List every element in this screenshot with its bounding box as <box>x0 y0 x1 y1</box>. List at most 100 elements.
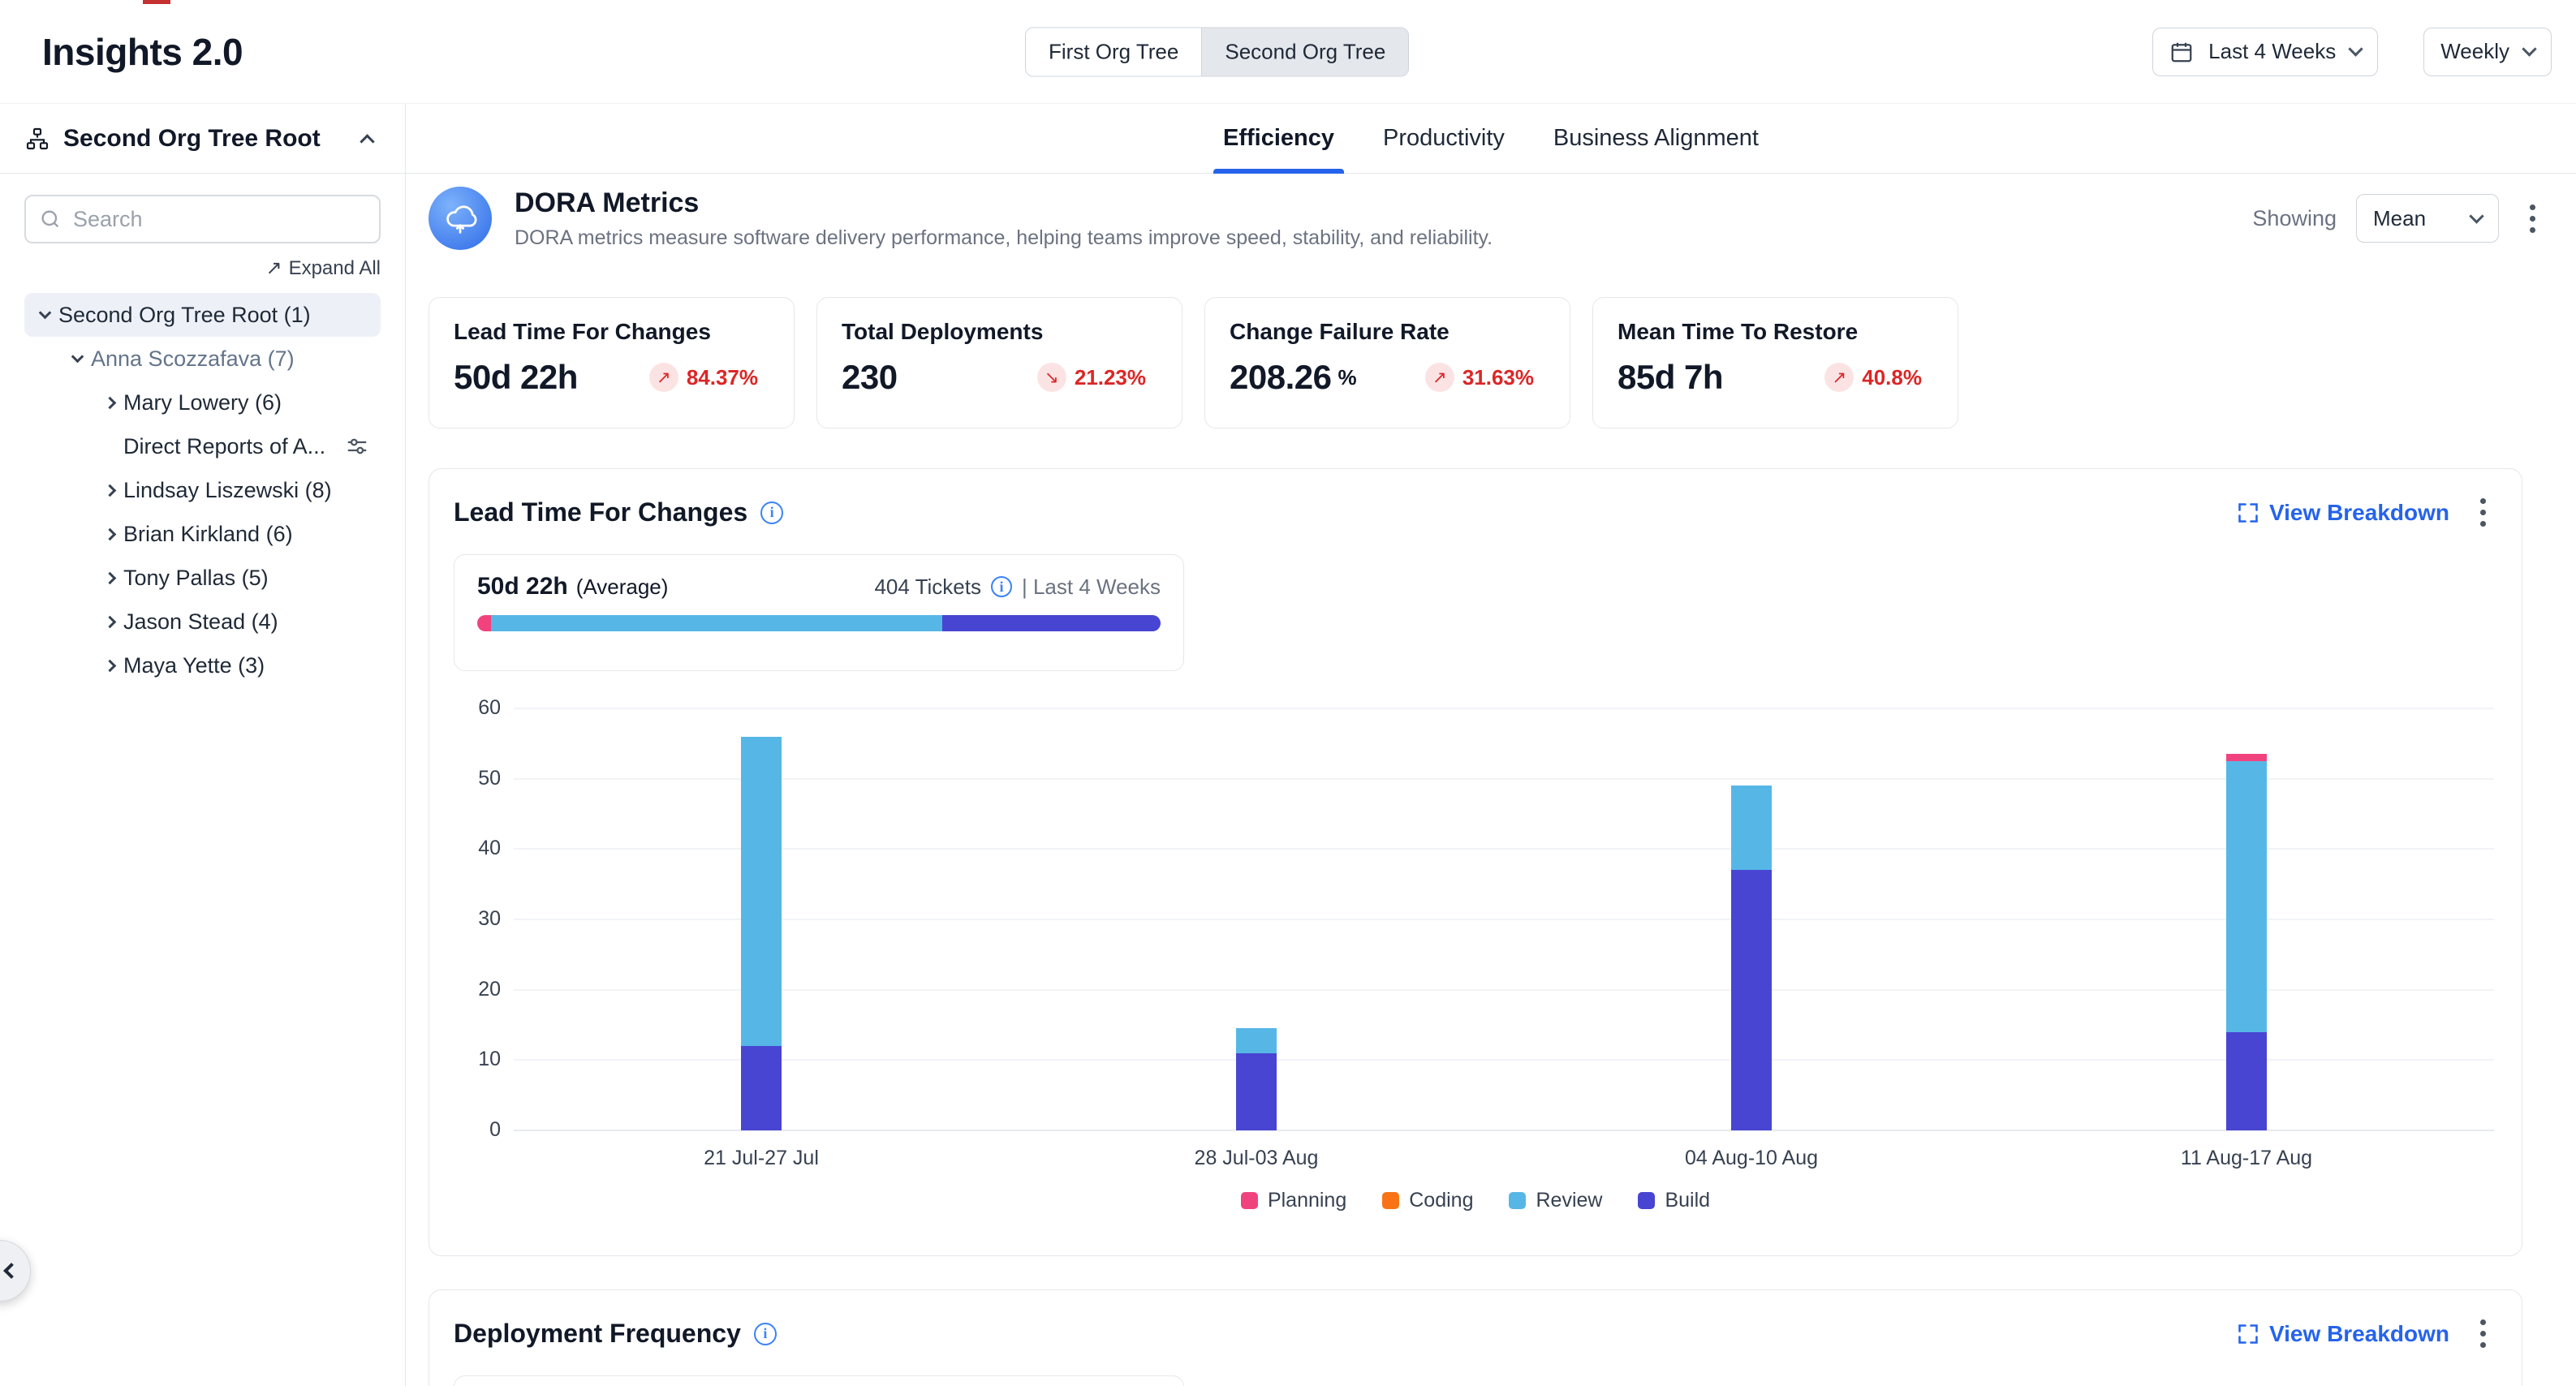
deployment-section-header: Deployment Frequency i View Breakdown <box>454 1313 2497 1354</box>
info-icon[interactable]: i <box>760 501 783 524</box>
period-select[interactable]: Last 4 Weeks <box>2152 28 2378 76</box>
metric-value-row: 50d 22h↗84.37% <box>454 358 769 397</box>
chevron-down-icon <box>2349 41 2363 56</box>
trend-delta-value: 21.23% <box>1075 365 1146 390</box>
chevron-up-icon[interactable] <box>360 134 374 148</box>
chevron-right-icon[interactable] <box>96 486 123 495</box>
legend-item-coding[interactable]: Coding <box>1382 1189 1473 1212</box>
tab-productivity[interactable]: Productivity <box>1359 104 1529 173</box>
tree-item-direct-reports-of-a[interactable]: Direct Reports of A... <box>24 424 381 468</box>
legend-item-planning[interactable]: Planning <box>1241 1189 1346 1212</box>
y-axis-label: 10 <box>478 1048 501 1071</box>
view-breakdown-button[interactable]: View Breakdown <box>2237 1321 2449 1347</box>
chevron-right-icon[interactable] <box>96 574 123 583</box>
app-title: Insights 2.0 <box>42 30 243 74</box>
bar-segment-review[interactable] <box>741 737 782 1046</box>
tree-item-brian-kirkland-6[interactable]: Brian Kirkland (6) <box>24 512 381 556</box>
tree-item-label: Jason Stead (4) <box>123 609 278 635</box>
distribution-segment-review <box>491 615 942 631</box>
chevron-down-icon[interactable] <box>63 356 91 361</box>
tree-item-jason-stead-4[interactable]: Jason Stead (4) <box>24 600 381 644</box>
expand-icon <box>2237 501 2259 524</box>
expand-all-button[interactable]: ↗ Expand All <box>265 256 381 280</box>
tickets-info-icon[interactable]: i <box>991 576 1012 597</box>
org-toggle-second-org-tree[interactable]: Second Org Tree <box>1201 28 1408 75</box>
trend-badge: ↘21.23% <box>1037 363 1146 392</box>
sidebar-title: Second Org Tree Root <box>63 125 321 153</box>
bar-segment-build[interactable] <box>741 1046 782 1130</box>
chevron-left-icon <box>3 1263 19 1279</box>
chevron-right-icon[interactable] <box>96 618 123 626</box>
chart-legend: Planning Coding Review Build <box>454 1189 2497 1212</box>
tab-business-alignment[interactable]: Business Alignment <box>1529 104 1783 173</box>
metric-card-unit: % <box>1338 365 1356 390</box>
chevron-right-icon[interactable] <box>96 398 123 407</box>
bar-segment-planning[interactable] <box>2226 754 2267 761</box>
y-axis-label: 40 <box>478 837 501 860</box>
summary-meta: 404 Tickets i | Last 4 Weeks <box>874 575 1161 600</box>
lead-time-kebab-menu[interactable] <box>2469 492 2497 533</box>
insights-app: Insights 2.0 First Org TreeSecond Org Tr… <box>0 0 2576 1386</box>
tab-efficiency[interactable]: Efficiency <box>1199 104 1359 173</box>
granularity-select[interactable]: Weekly <box>2423 28 2552 76</box>
metric-card-title: Change Failure Rate <box>1230 319 1545 345</box>
x-axis-label: 21 Jul-27 Jul <box>599 1147 924 1170</box>
section-title: Lead Time For Changes <box>454 497 747 527</box>
tree-item-tony-pallas-5[interactable]: Tony Pallas (5) <box>24 556 381 600</box>
info-icon[interactable]: i <box>754 1323 777 1345</box>
bar-segment-review[interactable] <box>2226 761 2267 1032</box>
tree-item-label: Tony Pallas (5) <box>123 566 269 591</box>
expand-all-label: Expand All <box>289 257 381 280</box>
legend-item-build[interactable]: Build <box>1638 1189 1710 1212</box>
tree-item-label: Anna Scozzafava (7) <box>91 346 295 372</box>
showing-select[interactable]: Mean <box>2356 194 2499 243</box>
x-axis-label: 11 Aug-17 Aug <box>2084 1147 2409 1170</box>
bar-segment-build[interactable] <box>1236 1053 1277 1130</box>
deployment-kebab-menu[interactable] <box>2469 1313 2497 1354</box>
tree-item-label: Brian Kirkland (6) <box>123 522 293 547</box>
gridline <box>514 989 2494 991</box>
filter-icon[interactable] <box>345 434 369 458</box>
distribution-segment-planning <box>477 615 491 631</box>
bar-segment-review[interactable] <box>1731 786 1772 870</box>
metric-card-value: 230 <box>842 358 898 397</box>
legend-swatch-review <box>1509 1192 1526 1209</box>
metric-value-row: 230 ↘21.23% <box>842 358 1157 397</box>
gridline <box>514 708 2494 709</box>
top-edge-red-mark <box>143 0 170 4</box>
bar-segment-review[interactable] <box>1236 1028 1277 1052</box>
y-axis-label: 50 <box>478 767 501 790</box>
search-input[interactable] <box>73 207 366 232</box>
gridline <box>514 1130 2494 1131</box>
tree-item-lindsay-liszewski-8[interactable]: Lindsay Liszewski (8) <box>24 468 381 512</box>
tickets-count: 404 Tickets <box>874 575 981 600</box>
chevron-right-icon[interactable] <box>96 530 123 539</box>
summary-period: | Last 4 Weeks <box>1022 575 1161 600</box>
legend-label: Planning <box>1268 1189 1346 1212</box>
chevron-down-icon[interactable] <box>31 312 58 317</box>
view-breakdown-button[interactable]: View Breakdown <box>2237 500 2449 526</box>
org-toggle-first-org-tree[interactable]: First Org Tree <box>1026 28 1201 75</box>
legend-item-review[interactable]: Review <box>1509 1189 1602 1212</box>
trend-delta-value: 84.37% <box>687 365 758 390</box>
chevron-down-icon <box>2469 209 2483 223</box>
trend-delta-value: 31.63% <box>1462 365 1534 390</box>
tree-item-anna-scozzafava-7[interactable]: Anna Scozzafava (7) <box>24 337 381 381</box>
dora-header: DORA Metrics DORA metrics measure softwa… <box>429 187 2547 250</box>
chevron-right-icon[interactable] <box>96 661 123 670</box>
tree-item-mary-lowery-6[interactable]: Mary Lowery (6) <box>24 381 381 424</box>
expand-icon <box>2237 1323 2259 1345</box>
app-header: Insights 2.0 First Org TreeSecond Org Tr… <box>0 0 2576 104</box>
tree-item-maya-yette-3[interactable]: Maya Yette (3) <box>24 644 381 687</box>
tree-item-label: Lindsay Liszewski (8) <box>123 478 332 503</box>
gridline <box>514 848 2494 850</box>
bar-segment-build[interactable] <box>1731 870 1772 1130</box>
tree-item-second-org-tree-root-1[interactable]: Second Org Tree Root (1) <box>24 293 381 337</box>
sub-header: Second Org Tree Root EfficiencyProductiv… <box>0 104 2576 174</box>
metric-cards-row: Lead Time For Changes50d 22h↗84.37%Total… <box>429 297 1958 428</box>
dora-kebab-menu[interactable] <box>2518 198 2547 239</box>
legend-label: Review <box>1536 1189 1602 1212</box>
bar-segment-build[interactable] <box>2226 1032 2267 1130</box>
trend-up-icon: ↗ <box>649 363 678 392</box>
distribution-segment-build <box>942 615 1161 631</box>
